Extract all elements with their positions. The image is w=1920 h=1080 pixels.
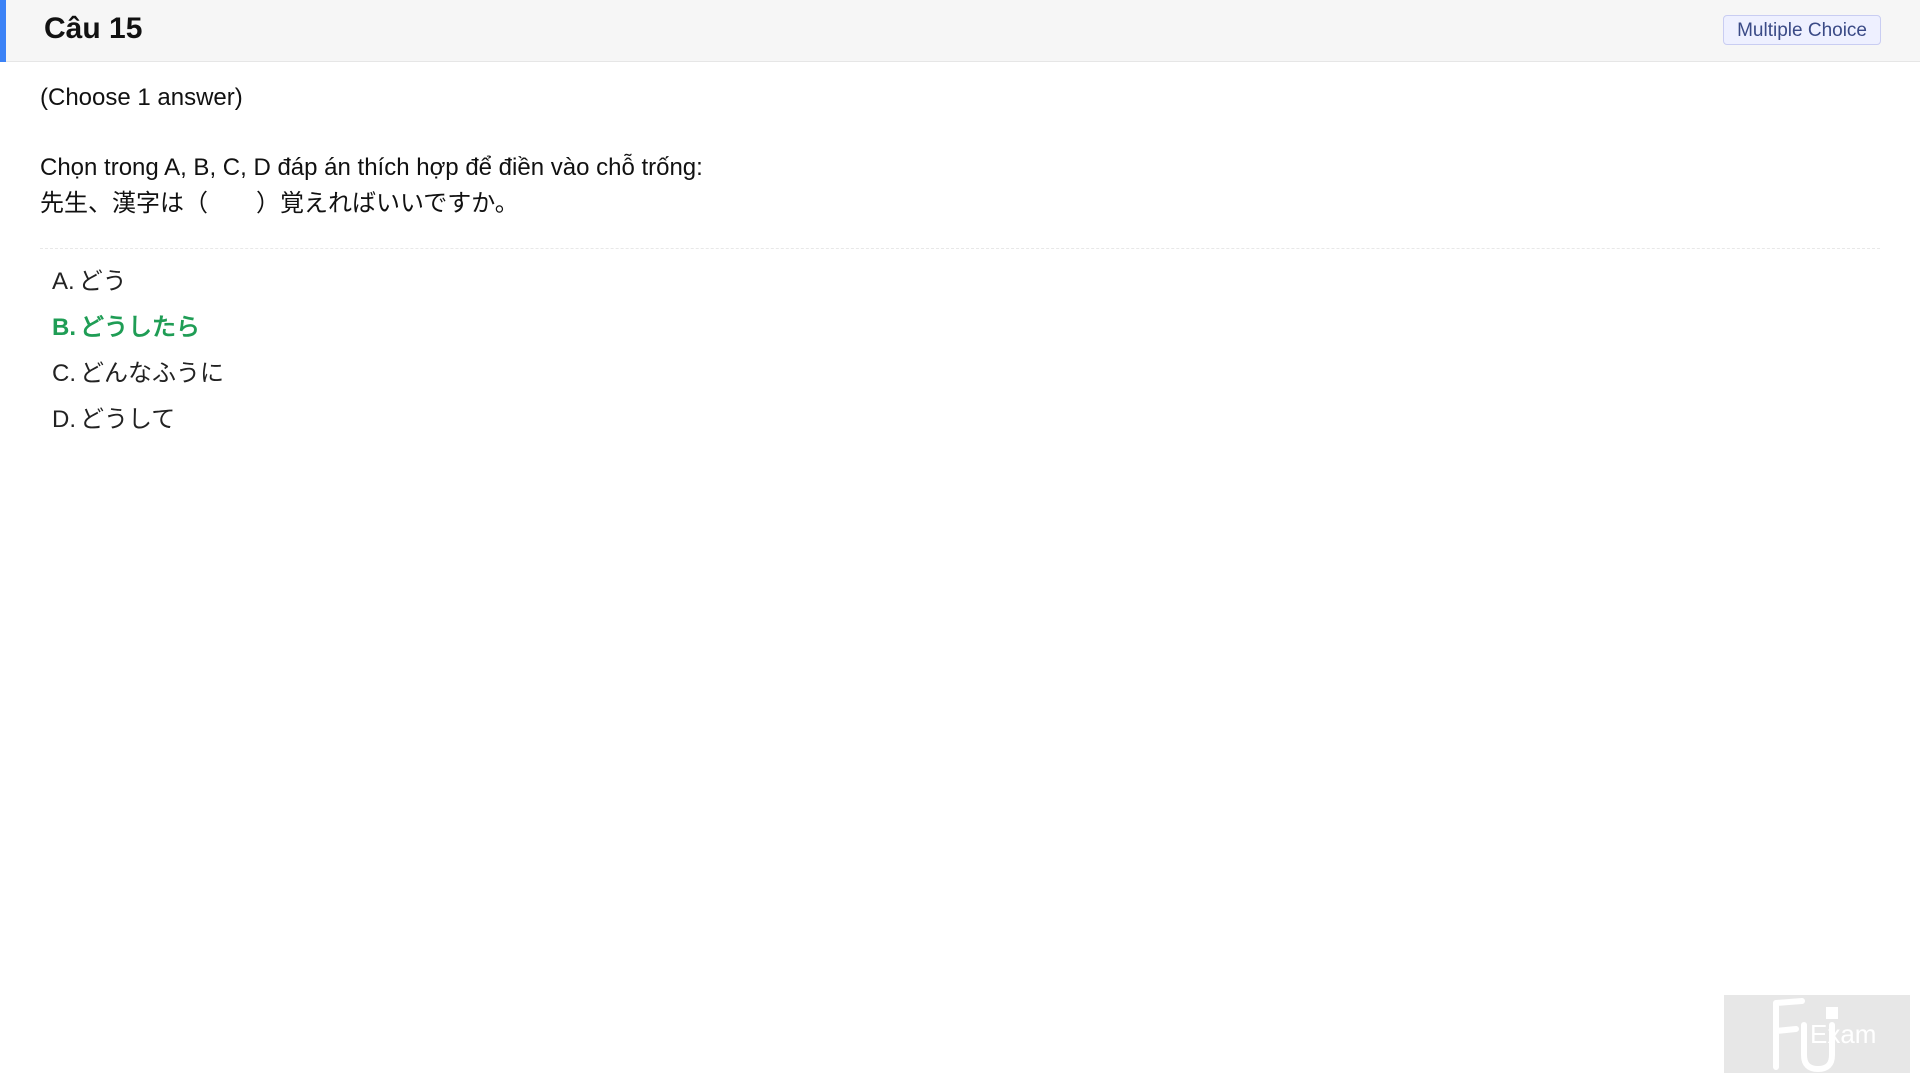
option-b[interactable]: B. どうしたら	[52, 305, 1880, 351]
question-page: Câu 15 Multiple Choice (Choose 1 answer)…	[0, 0, 1920, 1080]
option-text: どう	[78, 268, 127, 295]
options-divider	[40, 248, 1880, 249]
option-text: どんなふうに	[80, 360, 224, 387]
fu-exam-logo-icon: Exam	[1773, 998, 1876, 1073]
option-letter: A.	[52, 268, 75, 295]
option-a[interactable]: A. どう	[52, 259, 1880, 305]
question-title: Câu 15	[44, 12, 143, 45]
answer-instruction: (Choose 1 answer)	[40, 84, 243, 111]
question-type-badge: Multiple Choice	[1723, 15, 1881, 45]
prompt-line-vietnamese: Chọn trong A, B, C, D đáp án thích hợp đ…	[40, 154, 703, 181]
question-content: (Choose 1 answer) Chọn trong A, B, C, D …	[40, 80, 1880, 443]
option-d[interactable]: D. どうして	[52, 397, 1880, 443]
question-header: Câu 15 Multiple Choice	[0, 0, 1920, 62]
fu-exam-watermark: Exam	[1724, 995, 1910, 1073]
answer-options: A. どう B. どうしたら C. どんなふうに D. どうして	[52, 259, 1880, 443]
option-letter: B.	[52, 314, 76, 341]
option-c[interactable]: C. どんなふうに	[52, 351, 1880, 397]
option-letter: C.	[52, 360, 76, 387]
watermark-text: Exam	[1810, 1019, 1876, 1049]
header-accent-bar	[0, 0, 6, 62]
option-letter: D.	[52, 406, 76, 433]
prompt-line-japanese: 先生、漢字は（ ）覚えればいいですか。	[40, 190, 519, 217]
option-text: どうしたら	[80, 314, 200, 341]
question-prompt: Chọn trong A, B, C, D đáp án thích hợp đ…	[40, 150, 1880, 222]
option-text: どうして	[80, 406, 176, 433]
